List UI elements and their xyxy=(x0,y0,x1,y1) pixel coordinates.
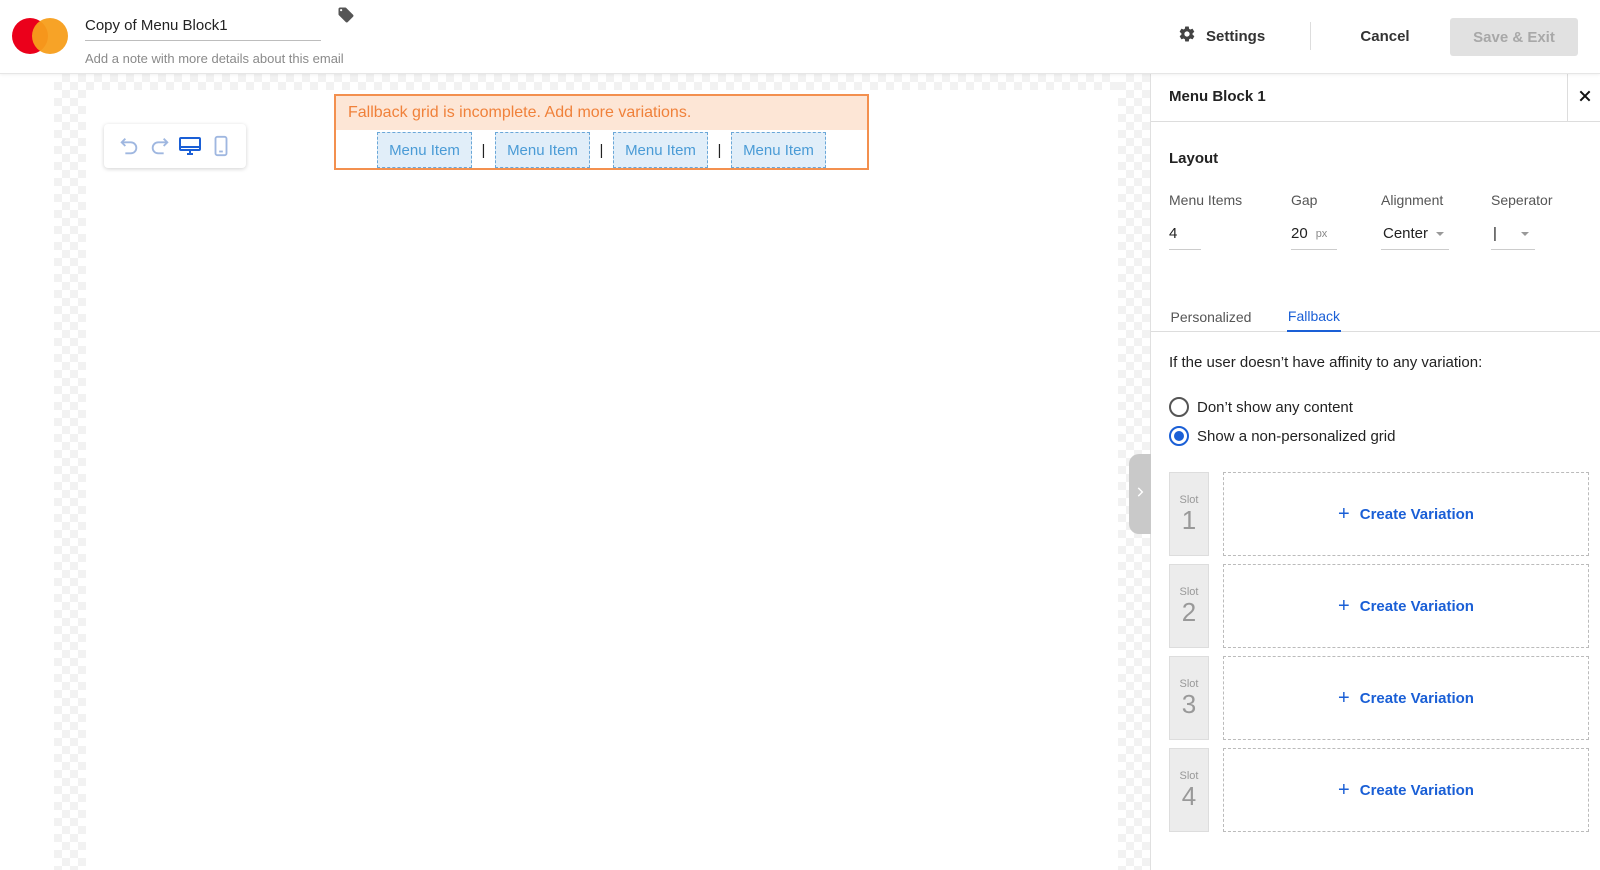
mobile-view-icon[interactable] xyxy=(209,134,233,158)
top-bar: Settings Cancel Save & Exit xyxy=(0,0,1600,74)
separator-select[interactable]: | xyxy=(1491,218,1535,250)
affinity-prompt: If the user doesn’t have affinity to any… xyxy=(1169,354,1483,371)
settings-button[interactable]: Settings xyxy=(1178,18,1265,54)
create-variation-label: Create Variation xyxy=(1359,597,1474,615)
gap-label: Gap xyxy=(1291,192,1318,208)
slot-row: Slot 4 + Create Variation xyxy=(1169,748,1589,832)
create-variation-button[interactable]: + Create Variation xyxy=(1223,656,1589,740)
plus-icon: + xyxy=(1338,778,1350,801)
slot-indicator: Slot 4 xyxy=(1169,748,1209,832)
menu-items-label: Menu Items xyxy=(1169,192,1243,208)
menu-item[interactable]: Menu Item xyxy=(377,132,472,168)
create-variation-label: Create Variation xyxy=(1359,781,1474,799)
alignment-value: Center xyxy=(1383,225,1429,242)
separator-value: | xyxy=(1493,225,1497,242)
desktop-view-icon[interactable] xyxy=(178,134,202,158)
tab-personalized[interactable]: Personalized xyxy=(1169,302,1253,332)
alignment-label: Alignment xyxy=(1381,192,1444,208)
canvas-margin-left xyxy=(54,74,86,870)
plus-icon: + xyxy=(1338,686,1350,709)
panel-title: Menu Block 1 xyxy=(1169,88,1266,105)
menu-items-input[interactable]: 4 xyxy=(1169,218,1201,250)
cancel-button[interactable]: Cancel xyxy=(1340,18,1430,54)
dropdown-arrow-icon xyxy=(1436,231,1445,236)
create-variation-button[interactable]: + Create Variation xyxy=(1223,564,1589,648)
gap-value: 20 xyxy=(1291,225,1308,242)
radio-no-content[interactable]: Don’t show any content xyxy=(1169,396,1353,418)
plus-icon: + xyxy=(1338,594,1350,617)
panel-header: Menu Block 1 xyxy=(1151,74,1600,122)
tag-icon[interactable] xyxy=(337,6,355,24)
canvas-toolbar xyxy=(104,124,246,168)
slot-number: 2 xyxy=(1181,597,1197,627)
redo-icon[interactable] xyxy=(148,134,172,158)
menu-separator: | xyxy=(599,141,604,159)
chevron-right-icon xyxy=(1133,485,1147,504)
menu-block[interactable]: Fallback grid is incomplete. Add more va… xyxy=(334,94,869,170)
save-exit-button[interactable]: Save & Exit xyxy=(1450,18,1578,56)
create-variation-button[interactable]: + Create Variation xyxy=(1223,748,1589,832)
menu-separator: | xyxy=(481,141,486,159)
radio-label: Don’t show any content xyxy=(1197,398,1353,416)
menu-item[interactable]: Menu Item xyxy=(613,132,708,168)
undo-icon[interactable] xyxy=(117,134,141,158)
slot-number: 1 xyxy=(1181,505,1197,535)
menu-item[interactable]: Menu Item xyxy=(731,132,826,168)
plus-icon: + xyxy=(1338,502,1350,525)
brand-logo xyxy=(12,18,68,54)
gap-input[interactable]: 20 px xyxy=(1291,218,1337,250)
canvas-margin-top xyxy=(86,74,1118,90)
slot-row: Slot 3 + Create Variation xyxy=(1169,656,1589,740)
close-panel-button[interactable] xyxy=(1567,74,1600,122)
menu-items-value: 4 xyxy=(1169,225,1178,242)
slot-number: 4 xyxy=(1181,781,1197,811)
slot-indicator: Slot 3 xyxy=(1169,656,1209,740)
slot-number: 3 xyxy=(1181,689,1197,719)
gear-icon xyxy=(1178,25,1196,47)
close-icon xyxy=(1577,88,1593,109)
radio-button[interactable] xyxy=(1169,426,1189,446)
panel-collapse-handle[interactable] xyxy=(1129,454,1151,534)
alignment-select[interactable]: Center xyxy=(1381,218,1449,250)
slot-indicator: Slot 2 xyxy=(1169,564,1209,648)
layout-section-title: Layout xyxy=(1169,150,1219,167)
radio-non-personalized-grid[interactable]: Show a non-personalized grid xyxy=(1169,425,1395,447)
gap-unit: px xyxy=(1315,227,1328,240)
editor-canvas[interactable]: Fallback grid is incomplete. Add more va… xyxy=(0,74,1150,870)
slot-indicator: Slot 1 xyxy=(1169,472,1209,556)
email-note-input[interactable] xyxy=(85,48,385,68)
menu-separator: | xyxy=(717,141,722,159)
create-variation-label: Create Variation xyxy=(1359,689,1474,707)
tab-fallback[interactable]: Fallback xyxy=(1287,302,1341,332)
settings-label: Settings xyxy=(1206,27,1266,45)
menu-row: Menu Item | Menu Item | Menu Item | Menu… xyxy=(336,132,867,168)
separator-label: Seperator xyxy=(1491,192,1553,208)
radio-button[interactable] xyxy=(1169,397,1189,417)
slot-row: Slot 2 + Create Variation xyxy=(1169,564,1589,648)
menu-item[interactable]: Menu Item xyxy=(495,132,590,168)
create-variation-button[interactable]: + Create Variation xyxy=(1223,472,1589,556)
variation-tabs: Personalized Fallback xyxy=(1151,302,1600,332)
create-variation-label: Create Variation xyxy=(1359,505,1474,523)
email-title-input[interactable] xyxy=(85,11,321,41)
fallback-warning: Fallback grid is incomplete. Add more va… xyxy=(336,96,867,130)
slot-row: Slot 1 + Create Variation xyxy=(1169,472,1589,556)
radio-label: Show a non-personalized grid xyxy=(1197,427,1396,445)
properties-panel: Menu Block 1 Layout Menu Items 4 Gap 20 … xyxy=(1150,74,1600,870)
dropdown-arrow-icon xyxy=(1520,231,1529,236)
header-divider xyxy=(1310,22,1311,50)
